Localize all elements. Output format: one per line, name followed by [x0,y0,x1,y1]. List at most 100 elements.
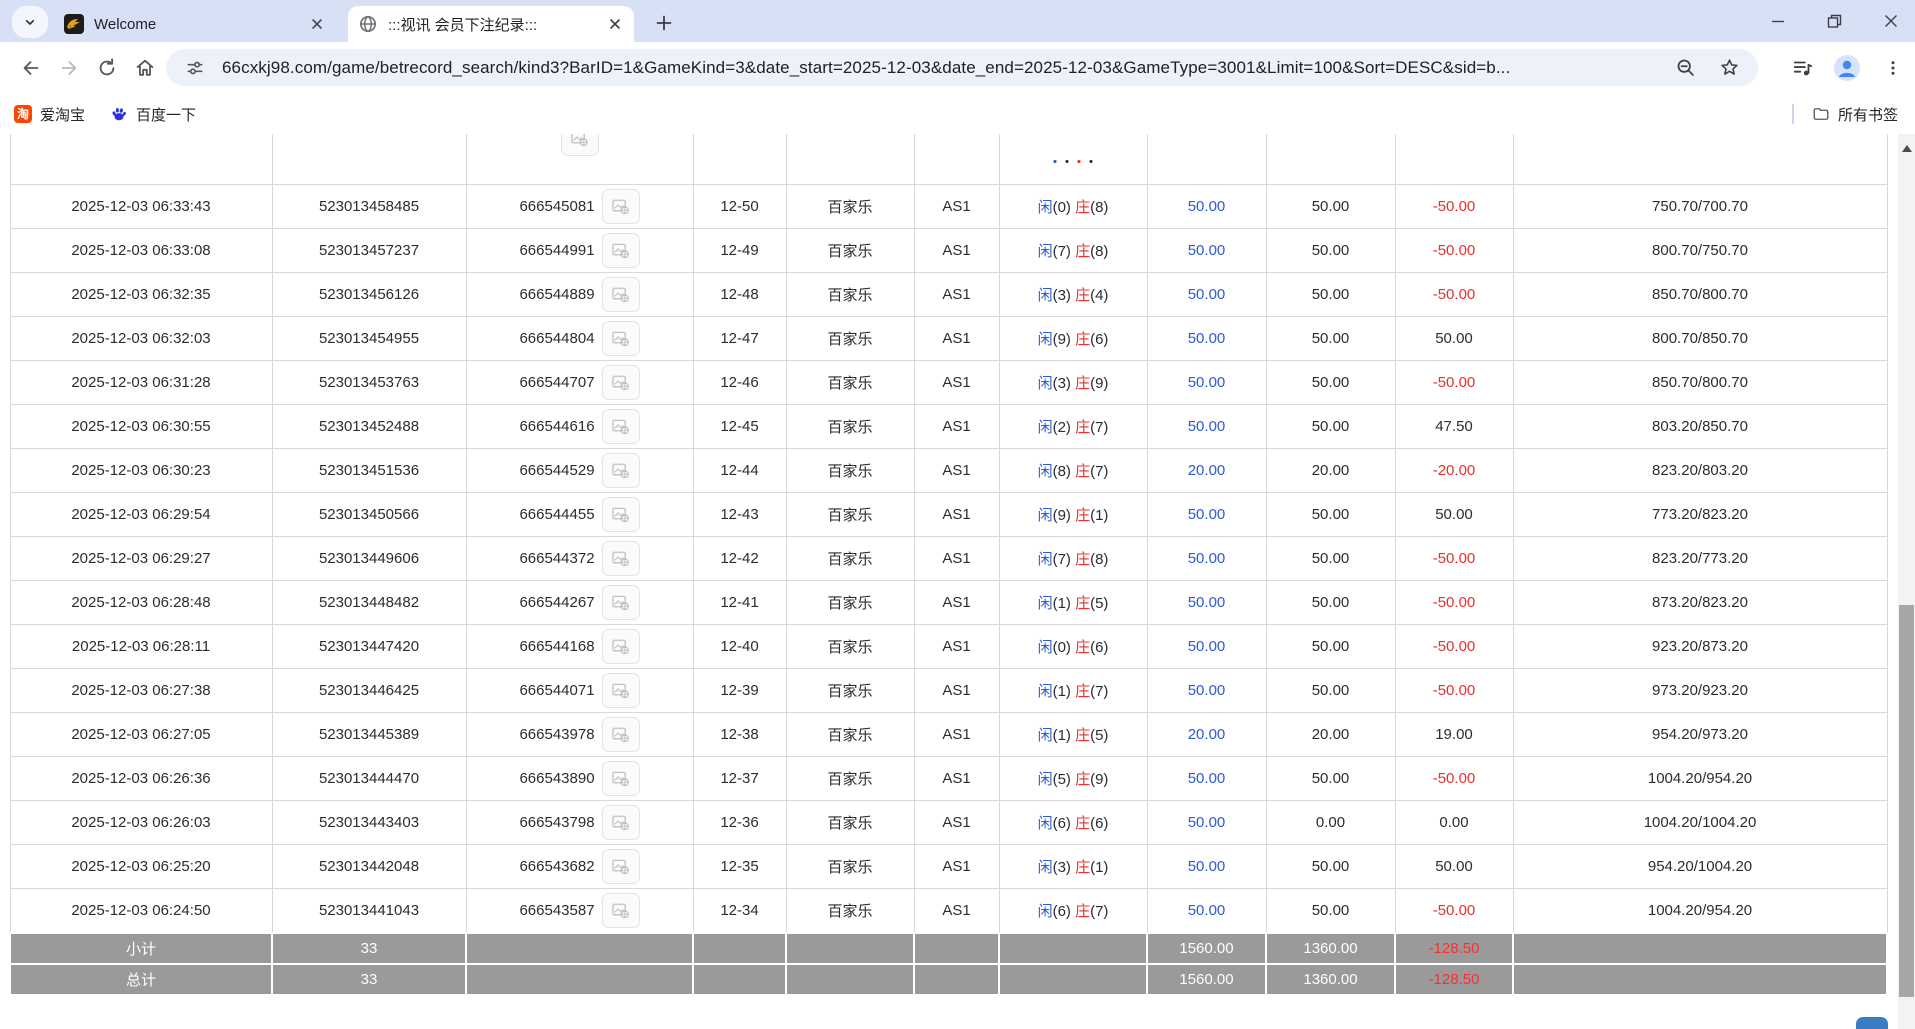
round-id-cell: 666544168 [466,625,693,669]
close-window-button[interactable] [1876,7,1906,35]
bet-id-cell: 523013446425 [272,669,466,713]
table-row: 2025-12-03 06:28:48523013448482666544267… [10,581,1887,625]
table-row: 2025-12-03 06:29:27523013449606666544372… [10,537,1887,581]
balance-cell: 803.20/850.70 [1513,405,1887,449]
new-tab-button[interactable] [650,9,678,37]
media-controls-button[interactable] [1788,53,1818,83]
bookmark-star-icon[interactable] [1716,55,1742,81]
round-id-cell: 666544267 [466,581,693,625]
bet-time-cell: 2025-12-03 06:25:20 [10,845,272,889]
bet-amount-link[interactable]: 50.00 [1147,317,1266,361]
bet-amount-link[interactable]: 50.00 [1147,845,1266,889]
tab-betrecord[interactable]: :::视讯 会员下注纪录::: [348,6,634,42]
bet-amount-link[interactable]: 50.00 [1147,537,1266,581]
result-cell: 50.00 [1395,317,1513,361]
bet-amount-link[interactable]: 50.00 [1147,889,1266,934]
bet-content-cell: 闲(7) 庄(8) [999,229,1147,273]
bet-side-label: 闲 [1038,419,1053,436]
video-record-button[interactable] [602,233,640,268]
valid-amount-cell: 50.00 [1266,229,1395,273]
bet-side-label: 闲 [1038,507,1053,524]
bet-amount-link[interactable]: 50.00 [1147,405,1266,449]
bet-time-cell: 2025-12-03 06:29:27 [10,537,272,581]
bet-time-cell: 2025-12-03 06:26:03 [10,801,272,845]
close-tab-icon[interactable] [308,15,326,33]
bookmark-aitaobao[interactable]: 淘 爱淘宝 [14,101,85,127]
video-record-button[interactable] [602,453,640,488]
video-record-button[interactable] [602,497,640,532]
bet-amount-link[interactable]: 50.00 [1147,801,1266,845]
all-bookmarks-button[interactable]: 所有书签 [1812,101,1898,127]
video-record-button[interactable] [602,717,640,752]
round-id-text: 666544889 [519,286,594,303]
restore-window-button[interactable] [1819,7,1849,35]
bet-amount-link[interactable]: 50.00 [1147,273,1266,317]
bet-side-label: 庄 [1075,375,1090,392]
video-record-button[interactable] [602,585,640,620]
home-button[interactable] [130,54,160,82]
tab-welcome[interactable]: Welcome [54,6,336,42]
scrollbar-thumb[interactable] [1899,605,1914,997]
seat-cell: AS1 [914,185,999,229]
bet-content-cell: 闲(3) 庄(9) [999,361,1147,405]
site-settings-tune-icon[interactable] [182,55,208,81]
video-record-button[interactable] [602,321,640,356]
bet-id-cell: 523013445389 [272,713,466,757]
floating-blue-button[interactable] [1856,1017,1888,1029]
bet-amount-link[interactable]: 20.00 [1147,713,1266,757]
valid-amount-cell: 50.00 [1266,361,1395,405]
bet-side-label: 庄 [1075,507,1090,524]
video-record-button[interactable] [561,134,599,156]
browser-menu-kebab-icon[interactable] [1878,53,1908,83]
video-record-button[interactable] [602,365,640,400]
video-record-button[interactable] [602,409,640,444]
bet-amount-link[interactable]: 50.00 [1147,757,1266,801]
video-record-button[interactable] [602,189,640,224]
close-tab-icon[interactable] [606,15,624,33]
bet-amount-link[interactable]: 50.00 [1147,361,1266,405]
url-text[interactable]: 66cxkj98.com/game/betrecord_search/kind3… [222,58,1672,78]
video-record-button[interactable] [602,849,640,884]
video-record-button[interactable] [602,629,640,664]
bet-time-cell: 2025-12-03 06:30:55 [10,405,272,449]
bet-amount-link[interactable]: 50.00 [1147,625,1266,669]
bet-amount-link[interactable]: 50.00 [1147,185,1266,229]
bookmark-baidu[interactable]: 百度一下 [110,101,196,127]
tab-search-button[interactable] [12,6,48,38]
bet-side-label: (5) [1090,727,1108,744]
reload-button[interactable] [92,54,122,82]
valid-amount-cell: 20.00 [1266,713,1395,757]
bet-amount-link[interactable]: 50.00 [1147,581,1266,625]
bet-side-label: 庄 [1075,639,1090,656]
result-cell: -50.00 [1395,757,1513,801]
back-button[interactable] [16,54,46,82]
video-record-button[interactable] [602,761,640,796]
video-record-button[interactable] [602,673,640,708]
round-id-cell: 666544804 [466,317,693,361]
game-name-cell: 百家乐 [786,405,914,449]
video-record-button[interactable] [602,805,640,840]
table-round-cell: 12-47 [693,317,786,361]
forward-button[interactable] [54,54,84,82]
bet-amount-link[interactable]: 50.00 [1147,229,1266,273]
round-id-cell: 666543682 [466,845,693,889]
footer-bet-total-cell: 1560.00 [1147,964,1266,995]
minimize-button[interactable] [1763,7,1793,35]
bet-amount-link[interactable]: 50.00 [1147,493,1266,537]
result-cell: 19.00 [1395,713,1513,757]
bet-id-cell: 523013453763 [272,361,466,405]
video-record-button[interactable] [602,277,640,312]
bet-side-label: 庄 [1075,903,1090,920]
table-round-cell: 12-43 [693,493,786,537]
game-name-cell: 百家乐 [786,757,914,801]
bet-amount-link[interactable]: 20.00 [1147,449,1266,493]
scrollbar-up-arrow-icon[interactable] [1902,145,1912,152]
bookmark-label: 百度一下 [136,104,196,125]
zoom-out-indicator-icon[interactable] [1672,55,1698,81]
bet-amount-link[interactable]: 50.00 [1147,669,1266,713]
bet-content-cell: 闲(9) 庄(6) [999,317,1147,361]
profile-avatar[interactable] [1832,53,1862,83]
video-record-button[interactable] [602,541,640,576]
video-record-button[interactable] [602,893,640,928]
url-bar[interactable]: 66cxkj98.com/game/betrecord_search/kind3… [166,49,1758,86]
